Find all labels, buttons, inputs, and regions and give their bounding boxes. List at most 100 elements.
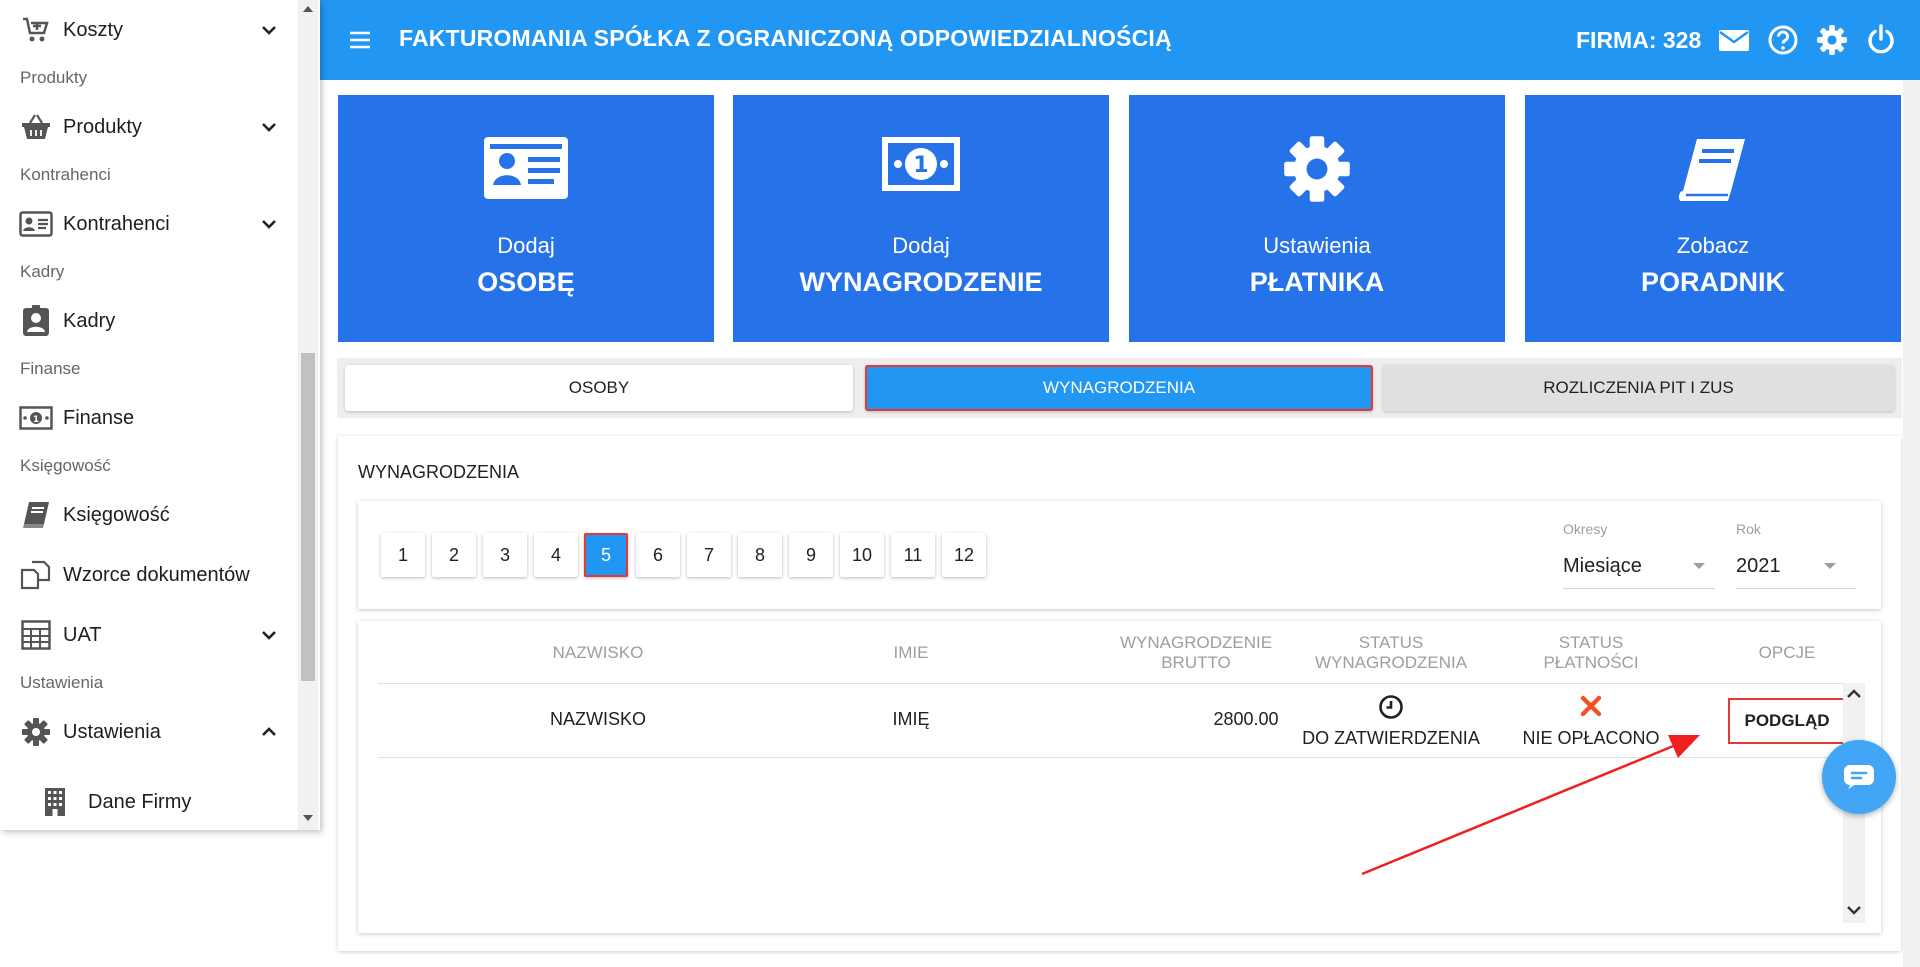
podglad-button[interactable]: PODGLĄD (1728, 698, 1846, 744)
chat-button[interactable] (1822, 740, 1896, 814)
mail-icon[interactable] (1718, 24, 1750, 56)
tab-wynagrodzenia[interactable]: WYNAGRODZENIA (865, 365, 1373, 411)
banknote-icon: 1 (19, 401, 53, 435)
sidebar-item-wzorce[interactable]: Wzorce dokumentów (0, 550, 300, 600)
cell-nazwisko: NAZWISKO (549, 709, 646, 729)
sidebar-section-produkty: Produkty (20, 68, 88, 87)
user-badge-icon (19, 304, 53, 338)
filter-card: 1 2 3 4 5 6 7 8 9 10 11 12 Okresy Miesią… (358, 501, 1881, 609)
sidebar-section-ksiegowosc: Księgowość (20, 456, 111, 475)
col-header-status-platnosci: STATUS PŁATNOŚCI (1501, 633, 1681, 673)
month-page-2[interactable]: 2 (432, 533, 476, 577)
chevron-up-icon (262, 727, 276, 736)
sidebar-item-label: UAT (63, 623, 102, 646)
tile-dodaj-wynagrodzenie[interactable]: 1 Dodaj WYNAGRODZENIE (733, 95, 1109, 342)
cart-plus-icon (19, 13, 53, 47)
banknote-icon: 1 (882, 137, 960, 191)
rok-value: 2021 (1736, 555, 1781, 577)
month-page-6[interactable]: 6 (636, 533, 680, 577)
sidebar-section-finanse: Finanse (20, 359, 81, 378)
scroll-down-arrow-icon[interactable] (303, 815, 313, 821)
cell-imie: IMIĘ (892, 709, 930, 729)
select-underline (1736, 588, 1856, 589)
sidebar-item-ustawienia[interactable]: Ustawienia (0, 707, 300, 757)
sidebar-item-label: Kontrahenci (63, 212, 170, 235)
month-page-7[interactable]: 7 (687, 533, 731, 577)
calculator-icon (19, 618, 53, 652)
book-icon (19, 498, 53, 532)
firma-id: FIRMA: 328 (1576, 27, 1702, 53)
tile-icon-wrap (1525, 135, 1901, 215)
col-header-status-pl-line2: PŁATNOŚCI (1543, 653, 1639, 672)
month-page-3[interactable]: 3 (483, 533, 527, 577)
chevron-down-icon (262, 26, 276, 35)
month-page-8[interactable]: 8 (738, 533, 782, 577)
col-header-imie: IMIE (893, 643, 929, 662)
panel-title: WYNAGRODZENIA (358, 462, 520, 482)
month-page-5-active[interactable]: 5 (584, 533, 628, 577)
sidebar-item-label: Ustawienia (63, 720, 161, 743)
building-icon (38, 785, 72, 819)
okresy-value: Miesiące (1563, 555, 1642, 577)
dropdown-arrow-icon (1824, 563, 1836, 569)
settings-gear-icon[interactable] (1816, 24, 1848, 56)
sidebar-scrollbar[interactable] (298, 0, 318, 830)
okresy-select[interactable]: Okresy Miesiące (1563, 521, 1715, 591)
tile-small-label: Zobacz (1676, 233, 1750, 258)
tile-ustawienia-platnika[interactable]: Ustawienia PŁATNIKA (1129, 95, 1505, 342)
tab-rozliczenia-pit-zus[interactable]: ROZLICZENIA PIT I ZUS (1383, 365, 1894, 411)
book-icon (1678, 139, 1745, 201)
rok-select[interactable]: Rok 2021 (1736, 521, 1856, 591)
tile-small-label: Dodaj (892, 233, 950, 258)
chevron-down-icon[interactable] (1846, 905, 1862, 917)
select-underline (1563, 588, 1715, 589)
chevron-down-icon (262, 631, 276, 640)
help-icon[interactable] (1767, 24, 1799, 56)
month-page-11[interactable]: 11 (891, 533, 935, 577)
dropdown-arrow-icon (1693, 563, 1705, 569)
salary-table: NAZWISKO IMIE WYNAGRODZENIE BRUTTO STATU… (358, 621, 1881, 933)
month-page-10[interactable]: 10 (840, 533, 884, 577)
chat-bubble-icon (1844, 765, 1874, 789)
sidebar-item-label: Produkty (63, 115, 142, 138)
wynagrodzenia-panel: WYNAGRODZENIA 1 2 3 4 5 6 7 8 9 10 11 12… (338, 436, 1901, 951)
chevron-down-icon (262, 123, 276, 132)
sidebar-scroll-thumb[interactable] (301, 353, 315, 681)
sidebar-item-kontrahenci[interactable]: Kontrahenci (0, 199, 300, 249)
tile-small-label: Dodaj (497, 233, 555, 258)
hamburger-menu-icon[interactable] (348, 28, 372, 52)
month-page-4[interactable]: 4 (534, 533, 578, 577)
svg-text:1: 1 (33, 415, 39, 425)
sidebar-item-uat[interactable]: UAT (0, 610, 300, 660)
month-page-9[interactable]: 9 (789, 533, 833, 577)
tile-dodaj-osobe[interactable]: Dodaj OSOBĘ (338, 95, 714, 342)
top-bar: FAKTUROMANIA SPÓŁKA Z OGRANICZONĄ ODPOWI… (320, 0, 1920, 80)
tile-icon-wrap (1129, 135, 1505, 215)
sidebar-item-koszty[interactable]: Koszty (0, 5, 300, 55)
sidebar-item-ksiegowosc[interactable]: Księgowość (0, 490, 300, 540)
sidebar-item-kadry[interactable]: Kadry (0, 296, 300, 346)
tile-big-label: PŁATNIKA (1249, 267, 1385, 297)
col-header-brutto-line1: WYNAGRODZENIE (1119, 633, 1273, 652)
sidebar-item-dane-firmy[interactable]: Dane Firmy (0, 777, 300, 827)
col-header-status-wyn-line1: STATUS (1358, 633, 1424, 652)
page-scrollbar[interactable] (1903, 80, 1920, 967)
power-icon[interactable] (1865, 24, 1897, 56)
month-page-12[interactable]: 12 (942, 533, 986, 577)
tile-zobacz-poradnik[interactable]: Zobacz PORADNIK (1525, 95, 1901, 342)
id-card-icon (19, 207, 53, 241)
cell-brutto: 2800.00 (1213, 709, 1279, 729)
documents-icon (19, 558, 53, 592)
chevron-up-icon[interactable] (1846, 687, 1862, 699)
sidebar-item-label: Księgowość (63, 503, 170, 526)
sidebar-section-kontrahenci: Kontrahenci (20, 165, 111, 184)
sidebar-item-produkty[interactable]: Produkty (0, 102, 300, 152)
month-page-1[interactable]: 1 (381, 533, 425, 577)
cell-status-platnosci: NIE OPŁACONO (1522, 728, 1660, 748)
tab-osoby[interactable]: OSOBY (345, 365, 853, 411)
chevron-down-icon (262, 220, 276, 229)
sidebar-item-finanse[interactable]: 1 Finanse (0, 393, 300, 443)
sidebar-item-label: Dane Firmy (88, 790, 192, 813)
scroll-up-arrow-icon[interactable] (303, 6, 313, 12)
sidebar-item-label: Wzorce dokumentów (63, 563, 250, 586)
